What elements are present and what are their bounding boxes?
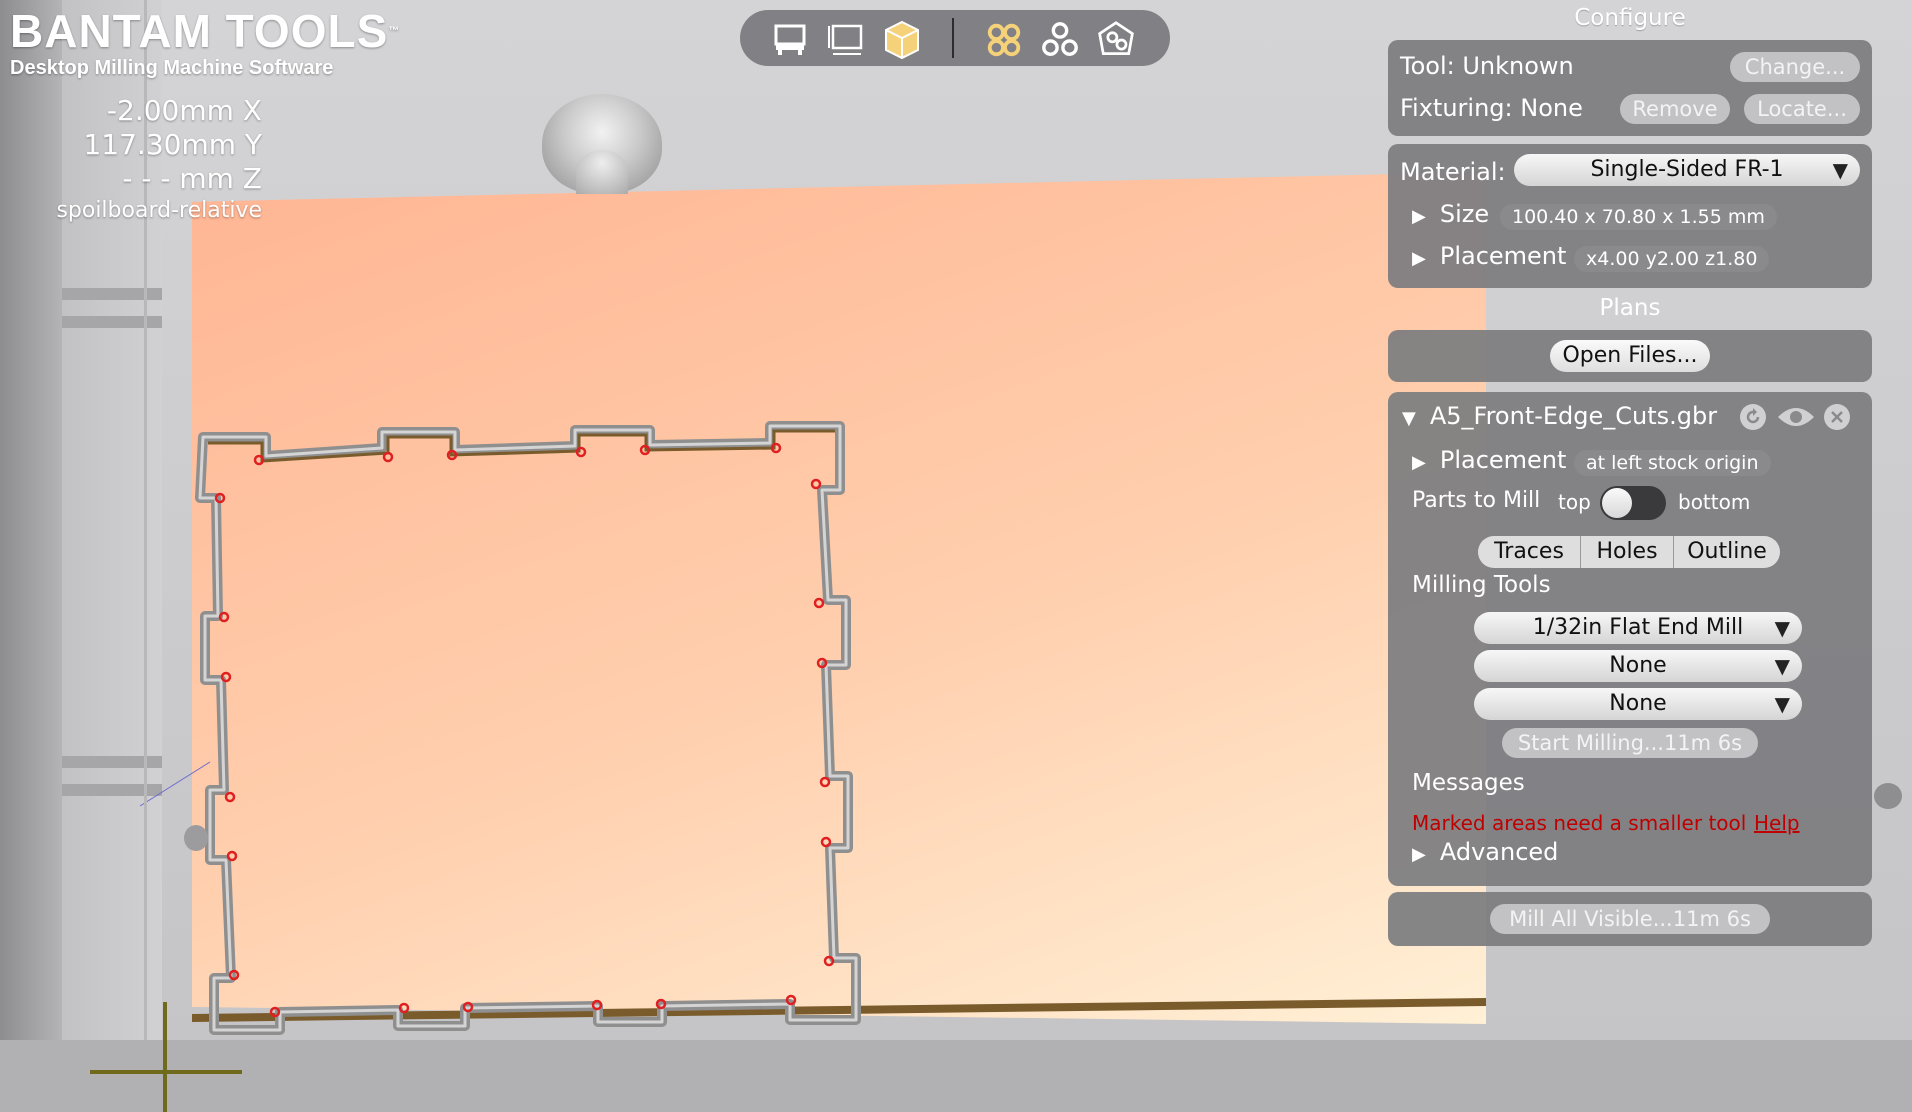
file-disclosure[interactable]: ▼ A5_Front-Edge_Cuts.gbr <box>1402 402 1717 430</box>
coord-reference: spoilboard-relative <box>56 198 262 223</box>
open-files-button[interactable]: Open Files... <box>1550 340 1710 372</box>
error-markers <box>214 442 835 1018</box>
disclosure-triangle-icon: ▶ <box>1412 452 1426 473</box>
milling-tool-select-2[interactable]: None ▼ <box>1474 650 1802 682</box>
brand-subtitle: Desktop Milling Machine Software <box>10 57 334 79</box>
chevron-down-icon: ▼ <box>1774 692 1790 716</box>
parts-to-mill-label: Parts to Mill <box>1412 488 1541 513</box>
material-select[interactable]: Single-Sided FR-1 ▼ <box>1514 154 1860 186</box>
board-view-icon[interactable] <box>1096 20 1136 60</box>
error-marker <box>770 442 782 454</box>
bed-bolt <box>1874 783 1902 809</box>
brand-logo: BANTAM TOOLS™ Desktop Milling Machine So… <box>10 8 400 80</box>
material-card: Material: Single-Sided FR-1 ▼ ▶ Size 100.4… <box>1388 144 1872 288</box>
error-marker <box>398 1002 410 1014</box>
chevron-down-icon: ▼ <box>1774 616 1790 640</box>
bed-bolt <box>184 825 208 851</box>
board-cut-path <box>195 421 861 1035</box>
traces-view-icon[interactable] <box>984 20 1024 60</box>
coord-z: - - - mm Z <box>122 162 262 195</box>
disclosure-triangle-icon: ▶ <box>1412 844 1426 865</box>
disclosure-triangle-icon: ▶ <box>1412 248 1426 269</box>
messages-label: Messages <box>1412 770 1525 796</box>
size-value: 100.40 x 70.80 x 1.55 mm <box>1500 204 1777 230</box>
coord-x: -2.00mm X <box>106 94 262 127</box>
error-marker <box>220 671 232 683</box>
help-link[interactable]: Help <box>1754 811 1800 835</box>
toolbar-divider <box>952 18 954 58</box>
error-marker <box>823 955 835 967</box>
error-marker <box>224 791 236 803</box>
chevron-down-icon: ▼ <box>1832 158 1848 182</box>
plans-title: Plans <box>1599 295 1661 321</box>
holes-view-icon[interactable] <box>1040 20 1080 60</box>
material-label: Material: <box>1400 158 1506 186</box>
tab-outline[interactable]: Outline <box>1674 536 1780 568</box>
brand-title: BANTAM TOOLS™ <box>10 5 401 57</box>
view-toolbar <box>740 10 1170 66</box>
mill-all-visible-button[interactable]: Mill All Visible...11m 6s <box>1490 904 1770 934</box>
remove-fixturing-button[interactable]: Remove <box>1620 94 1730 124</box>
close-icon[interactable] <box>1824 404 1850 430</box>
error-marker <box>810 478 822 490</box>
file-name: A5_Front-Edge_Cuts.gbr <box>1429 402 1718 430</box>
stock-dimensions-icon[interactable] <box>826 20 866 60</box>
milling-tool-select-1[interactable]: 1/32in Flat End Mill ▼ <box>1474 612 1802 644</box>
message-text: Marked areas need a smaller tool <box>1412 811 1747 835</box>
milling-tools-label: Milling Tools <box>1412 572 1551 598</box>
error-marker <box>226 850 238 862</box>
visibility-eye-icon[interactable] <box>1776 402 1816 432</box>
toggle-bottom-label: bottom <box>1678 490 1751 514</box>
locate-fixturing-button[interactable]: Locate... <box>1744 94 1860 124</box>
error-marker <box>253 454 265 466</box>
error-marker <box>575 446 587 458</box>
plan-placement-disclosure[interactable]: ▶ Placement <box>1412 446 1566 474</box>
disclosure-triangle-icon: ▶ <box>1412 206 1426 227</box>
reload-icon[interactable] <box>1740 404 1766 430</box>
open-files-card: Open Files... <box>1388 330 1872 382</box>
size-disclosure[interactable]: ▶ Size <box>1412 200 1489 228</box>
tool-card: Tool: Unknown Change... Fixturing: None … <box>1388 40 1872 136</box>
error-marker <box>813 597 825 609</box>
fixturing-label: Fixturing: None <box>1400 94 1583 122</box>
tab-traces[interactable]: Traces <box>1478 536 1581 568</box>
configure-title: Configure <box>1574 5 1686 31</box>
machine-view-icon[interactable] <box>770 20 810 60</box>
parts-to-mill-toggle[interactable] <box>1600 486 1666 520</box>
milling-tool-select-3[interactable]: None ▼ <box>1474 688 1802 720</box>
change-tool-button[interactable]: Change... <box>1730 52 1860 82</box>
chevron-down-icon: ▼ <box>1774 654 1790 678</box>
board-cut-path-inner <box>198 424 858 1032</box>
advanced-disclosure[interactable]: ▶ Advanced <box>1412 838 1558 866</box>
coord-y: 117.30mm Y <box>83 128 262 161</box>
placement-disclosure[interactable]: ▶ Placement <box>1412 242 1566 270</box>
start-milling-button[interactable]: Start Milling...11m 6s <box>1502 728 1758 758</box>
error-marker <box>820 836 832 848</box>
toggle-knob <box>1602 488 1632 518</box>
tab-holes[interactable]: Holes <box>1581 536 1674 568</box>
message-row: Marked areas need a smaller tool Help <box>1412 808 1800 836</box>
error-marker <box>218 611 230 623</box>
tool-path-line <box>139 761 211 807</box>
3d-box-view-icon[interactable] <box>882 20 922 60</box>
toggle-top-label: top <box>1558 490 1591 514</box>
layer-tabs: Traces Holes Outline <box>1478 536 1780 568</box>
error-marker <box>819 776 831 788</box>
placement-value: x4.00 y2.00 z1.80 <box>1574 246 1770 272</box>
plan-file-card: ▼ A5_Front-Edge_Cuts.gbr ▶ Placement at le… <box>1388 392 1872 886</box>
mill-all-card: Mill All Visible...11m 6s <box>1388 892 1872 946</box>
tool-label: Tool: Unknown <box>1400 52 1574 80</box>
plan-placement-value: at left stock origin <box>1574 450 1771 476</box>
error-marker <box>382 451 394 463</box>
disclosure-triangle-open-icon: ▼ <box>1402 408 1416 429</box>
